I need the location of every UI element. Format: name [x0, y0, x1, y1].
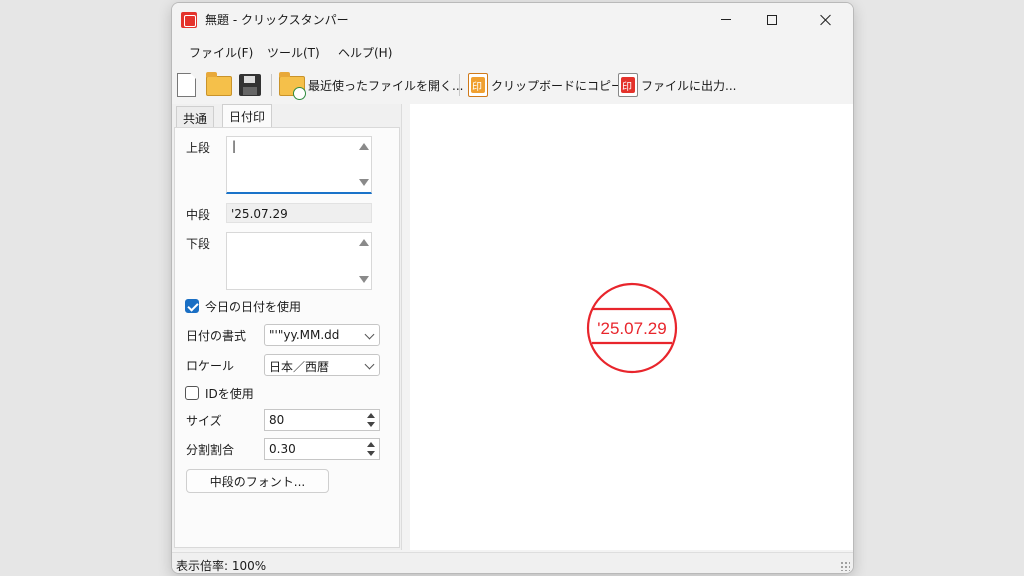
menu-tools[interactable]: ツール(T)	[267, 44, 320, 61]
upper-label: 上段	[186, 141, 211, 155]
toolbar-separator	[271, 74, 272, 96]
toolbar-separator	[459, 74, 460, 96]
lower-scrollbar[interactable]	[357, 237, 369, 285]
recent-folder-icon	[279, 72, 306, 100]
close-icon	[820, 14, 832, 26]
lower-text-field[interactable]	[226, 232, 372, 290]
spin-down-icon[interactable]	[367, 422, 375, 427]
new-document-icon	[177, 73, 196, 97]
use-today-label[interactable]: 今日の日付を使用	[205, 298, 301, 315]
export-file-label: ファイルに出力...	[641, 78, 737, 93]
clock-icon	[293, 87, 306, 100]
menu-file[interactable]: ファイル(F)	[189, 44, 253, 61]
open-recent-button[interactable]: 最近使ったファイルを開く...	[279, 71, 464, 100]
app-window: 無題 - クリックスタンパー ファイル(F) ツール(T) ヘルプ(H) 最近使…	[171, 2, 854, 574]
lower-label: 下段	[186, 237, 211, 251]
use-today-checkbox[interactable]	[185, 299, 199, 313]
use-id-label[interactable]: IDを使用	[205, 385, 254, 402]
open-recent-label: 最近使ったファイルを開く...	[308, 78, 464, 93]
maximize-button[interactable]	[749, 3, 795, 36]
ratio-value: 0.30	[269, 442, 296, 456]
locale-value: 日本／西暦	[269, 360, 330, 374]
use-id-checkbox[interactable]	[185, 386, 199, 400]
upper-scrollbar[interactable]	[357, 141, 369, 188]
tab-row: 共通 日付印	[172, 104, 401, 128]
new-file-button[interactable]	[177, 71, 196, 99]
status-bar: 表示倍率: 100%	[172, 552, 853, 573]
spin-up-icon[interactable]	[367, 442, 375, 447]
upper-text-value: |	[232, 139, 237, 153]
zoom-status: 表示倍率: 100%	[176, 559, 267, 573]
minimize-button[interactable]	[703, 3, 749, 36]
chevron-down-icon	[364, 359, 375, 370]
menu-help[interactable]: ヘルプ(H)	[338, 44, 392, 61]
chevron-down-icon	[364, 329, 375, 340]
locale-label: ロケール	[186, 359, 235, 373]
locale-select[interactable]: 日本／西暦	[264, 354, 380, 376]
ratio-label: 分割割合	[186, 443, 235, 457]
copy-clipboard-button[interactable]: クリップボードにコピー	[468, 71, 623, 99]
title-bar[interactable]: 無題 - クリックスタンパー	[172, 3, 853, 36]
size-spin-buttons[interactable]	[364, 411, 378, 429]
spin-down-icon[interactable]	[367, 451, 375, 456]
tab-date-stamp[interactable]: 日付印	[222, 104, 273, 128]
date-stamp-tab-body: 上段 | 中段 '25.07.29 下段 今日の日付を使用 日付の書式 "'"y…	[174, 127, 400, 548]
spin-up-icon[interactable]	[367, 413, 375, 418]
window-title: 無題 - クリックスタンパー	[205, 13, 349, 27]
export-file-button[interactable]: ファイルに出力...	[618, 71, 736, 99]
ratio-spinner[interactable]: 0.30	[264, 438, 380, 460]
file-stamp-icon	[618, 73, 638, 97]
resize-grip-icon[interactable]	[840, 561, 850, 571]
menu-bar: ファイル(F) ツール(T) ヘルプ(H)	[172, 38, 853, 66]
size-label: サイズ	[186, 414, 222, 428]
toolbar: 最近使ったファイルを開く... クリップボードにコピー ファイルに出力...	[172, 67, 853, 103]
tab-common[interactable]: 共通	[176, 106, 215, 128]
middle-text-field[interactable]: '25.07.29	[226, 203, 372, 223]
size-spinner[interactable]: 80	[264, 409, 380, 431]
folder-open-icon	[206, 72, 232, 96]
open-file-button[interactable]	[206, 71, 232, 99]
stamp-middle-text: '25.07.29	[597, 319, 666, 338]
stamp-preview-area: '25.07.29	[410, 104, 853, 550]
size-value: 80	[269, 413, 285, 427]
copy-clipboard-label: クリップボードにコピー	[491, 78, 624, 93]
date-format-label: 日付の書式	[186, 329, 247, 343]
scroll-up-icon[interactable]	[359, 239, 369, 246]
upper-text-field[interactable]: |	[226, 136, 372, 194]
ratio-spin-buttons[interactable]	[364, 440, 378, 458]
scroll-up-icon[interactable]	[359, 143, 369, 150]
stamp-preview: '25.07.29	[586, 282, 678, 374]
date-format-combo[interactable]: "'"yy.MM.dd	[264, 324, 380, 346]
scroll-down-icon[interactable]	[359, 276, 369, 283]
floppy-disk-icon	[239, 74, 261, 96]
app-stamp-icon	[181, 12, 197, 28]
close-button[interactable]	[803, 3, 849, 36]
scroll-down-icon[interactable]	[359, 179, 369, 186]
save-file-button[interactable]	[239, 71, 261, 99]
settings-panel: 共通 日付印 上段 | 中段 '25.07.29 下段 今日の日付を使用 日付の…	[172, 104, 402, 550]
maximize-icon	[767, 14, 777, 25]
date-format-value: "'"yy.MM.dd	[269, 328, 340, 342]
clipboard-stamp-icon	[468, 73, 488, 97]
minimize-icon	[721, 19, 731, 20]
middle-font-button[interactable]: 中段のフォント...	[186, 469, 329, 493]
middle-label: 中段	[186, 208, 211, 222]
